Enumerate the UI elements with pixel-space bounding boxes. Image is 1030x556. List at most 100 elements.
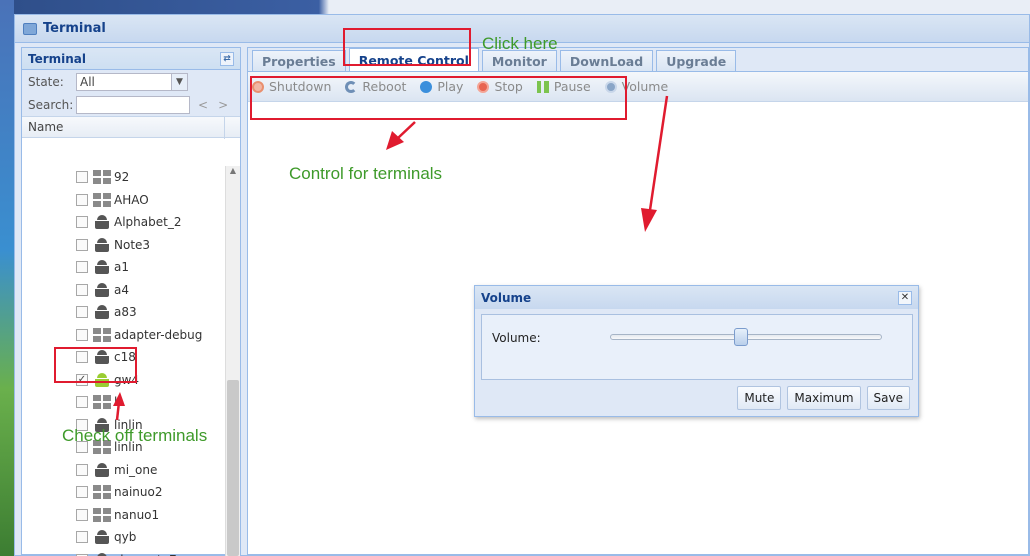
android-icon — [93, 215, 111, 230]
terminal-name: a1 — [114, 260, 129, 275]
terminal-name: 92 — [114, 170, 130, 185]
terminal-row[interactable]: Alphabet_2 — [22, 211, 226, 234]
search-input[interactable] — [76, 95, 190, 114]
terminal-checkbox[interactable] — [76, 486, 88, 499]
terminal-checkbox[interactable] — [76, 171, 88, 184]
terminal-checkbox[interactable] — [76, 216, 88, 229]
terminal-row[interactable]: nanuo1 — [22, 504, 226, 527]
save-button[interactable]: Save — [866, 386, 910, 410]
annotation-control: Control for terminals — [289, 164, 443, 183]
chevron-down-icon[interactable]: ▼ — [171, 73, 187, 90]
column-separator — [224, 117, 225, 139]
android-icon — [93, 237, 111, 252]
terminal-name: a83 — [114, 305, 137, 320]
close-icon[interactable]: ✕ — [898, 290, 912, 305]
volume-label: Volume — [621, 79, 669, 94]
desktop-background — [0, 0, 14, 556]
terminal-row[interactable]: 92 — [22, 166, 226, 189]
dialog-body: Volume: — [481, 314, 913, 380]
state-value: All — [80, 74, 95, 89]
terminal-name: adapter-debug — [114, 327, 203, 342]
terminal-row[interactable]: nainuo2 — [22, 481, 226, 504]
terminal-checkbox[interactable] — [76, 193, 88, 206]
windows-icon — [93, 507, 111, 522]
state-select[interactable]: All ▼ — [76, 72, 188, 91]
terminal-row[interactable]: a4 — [22, 279, 226, 302]
dialog-title: Volume — [481, 290, 532, 305]
terminal-checkbox[interactable] — [76, 283, 88, 296]
terminal-row[interactable]: li — [22, 391, 226, 414]
terminal-list-panel: Terminal ⇄ State: All ▼ Search: <> Name … — [21, 47, 241, 556]
annotation-click-here: Click here — [482, 34, 558, 53]
terminal-row[interactable]: qyb — [22, 526, 226, 549]
annotation-box-checkbox — [54, 347, 137, 383]
state-label: State: — [28, 74, 64, 89]
windows-icon — [93, 170, 111, 185]
maximum-button[interactable]: Maximum — [787, 386, 861, 410]
terminal-name: nanuo1 — [114, 507, 160, 522]
terminal-name: Alphabet_2 — [114, 215, 182, 230]
terminal-checkbox[interactable] — [76, 508, 88, 521]
windows-icon — [93, 485, 111, 500]
annotation-box-tab — [343, 28, 471, 66]
vertical-scrollbar[interactable]: ▲ — [225, 166, 240, 556]
scroll-up-icon[interactable]: ▲ — [226, 166, 240, 180]
terminal-name: mi_one — [114, 462, 158, 477]
terminal-icon — [23, 22, 37, 35]
terminal-checkbox[interactable] — [76, 328, 88, 341]
terminal-row[interactable]: a83 — [22, 301, 226, 324]
terminal-row[interactable]: Note3 — [22, 234, 226, 257]
desktop-top-strip — [14, 0, 1030, 14]
annotation-check-off: Check off terminals — [62, 426, 208, 445]
annotation-box-toolbar — [250, 76, 627, 120]
panel-title: Terminal — [28, 51, 87, 66]
name-column-header[interactable]: Name — [22, 116, 240, 139]
prev-button[interactable]: < — [198, 98, 218, 112]
terminal-name: a4 — [114, 282, 129, 297]
terminal-row[interactable]: mi_one — [22, 459, 226, 482]
android-icon — [93, 305, 111, 320]
terminal-row[interactable]: sky-mate7 — [22, 549, 226, 556]
dialog-header: Volume ✕ — [475, 286, 918, 309]
pager: <> — [198, 98, 238, 112]
android-icon — [93, 282, 111, 297]
terminal-name: Note3 — [114, 237, 151, 252]
desktop-top — [0, 0, 1030, 14]
terminal-name: qyb — [114, 530, 137, 545]
tab-properties[interactable]: Properties — [252, 50, 346, 71]
state-row: State: All ▼ — [22, 70, 240, 93]
panel-header: Terminal ⇄ — [22, 48, 240, 70]
terminal-checkbox[interactable] — [76, 463, 88, 476]
terminal-row[interactable]: a1 — [22, 256, 226, 279]
terminal-row[interactable]: AHAO — [22, 189, 226, 212]
tab-download[interactable]: DownLoad — [559, 50, 654, 71]
windows-icon — [93, 327, 111, 342]
next-button[interactable]: > — [218, 98, 238, 112]
volume-dialog: Volume ✕ Volume: Mute Maximum Save — [474, 285, 919, 417]
volume-field-label: Volume: — [492, 331, 541, 345]
refresh-icon[interactable]: ⇄ — [220, 51, 234, 66]
terminal-checkbox[interactable] — [76, 396, 88, 409]
android-icon — [93, 462, 111, 477]
terminal-checkbox[interactable] — [76, 238, 88, 251]
search-label: Search: — [28, 97, 74, 112]
search-row: Search: <> — [22, 93, 240, 116]
terminal-name: nainuo2 — [114, 485, 163, 500]
windows-icon — [93, 192, 111, 207]
mute-button[interactable]: Mute — [737, 386, 782, 410]
volume-slider-thumb[interactable] — [733, 328, 748, 346]
terminal-checkbox[interactable] — [76, 531, 88, 544]
window-title: Terminal — [43, 21, 106, 36]
terminal-name: AHAO — [114, 192, 149, 207]
android-icon — [93, 530, 111, 545]
terminal-checkbox[interactable] — [76, 261, 88, 274]
scroll-thumb[interactable] — [227, 380, 239, 556]
terminal-checkbox[interactable] — [76, 306, 88, 319]
terminal-row[interactable]: adapter-debug — [22, 324, 226, 347]
windows-icon — [93, 395, 111, 410]
tab-upgrade[interactable]: Upgrade — [656, 50, 737, 71]
terminal-name: li — [114, 395, 121, 410]
column-name-label: Name — [28, 120, 64, 134]
android-icon — [93, 260, 111, 275]
dialog-buttons: Mute Maximum Save — [731, 386, 910, 410]
